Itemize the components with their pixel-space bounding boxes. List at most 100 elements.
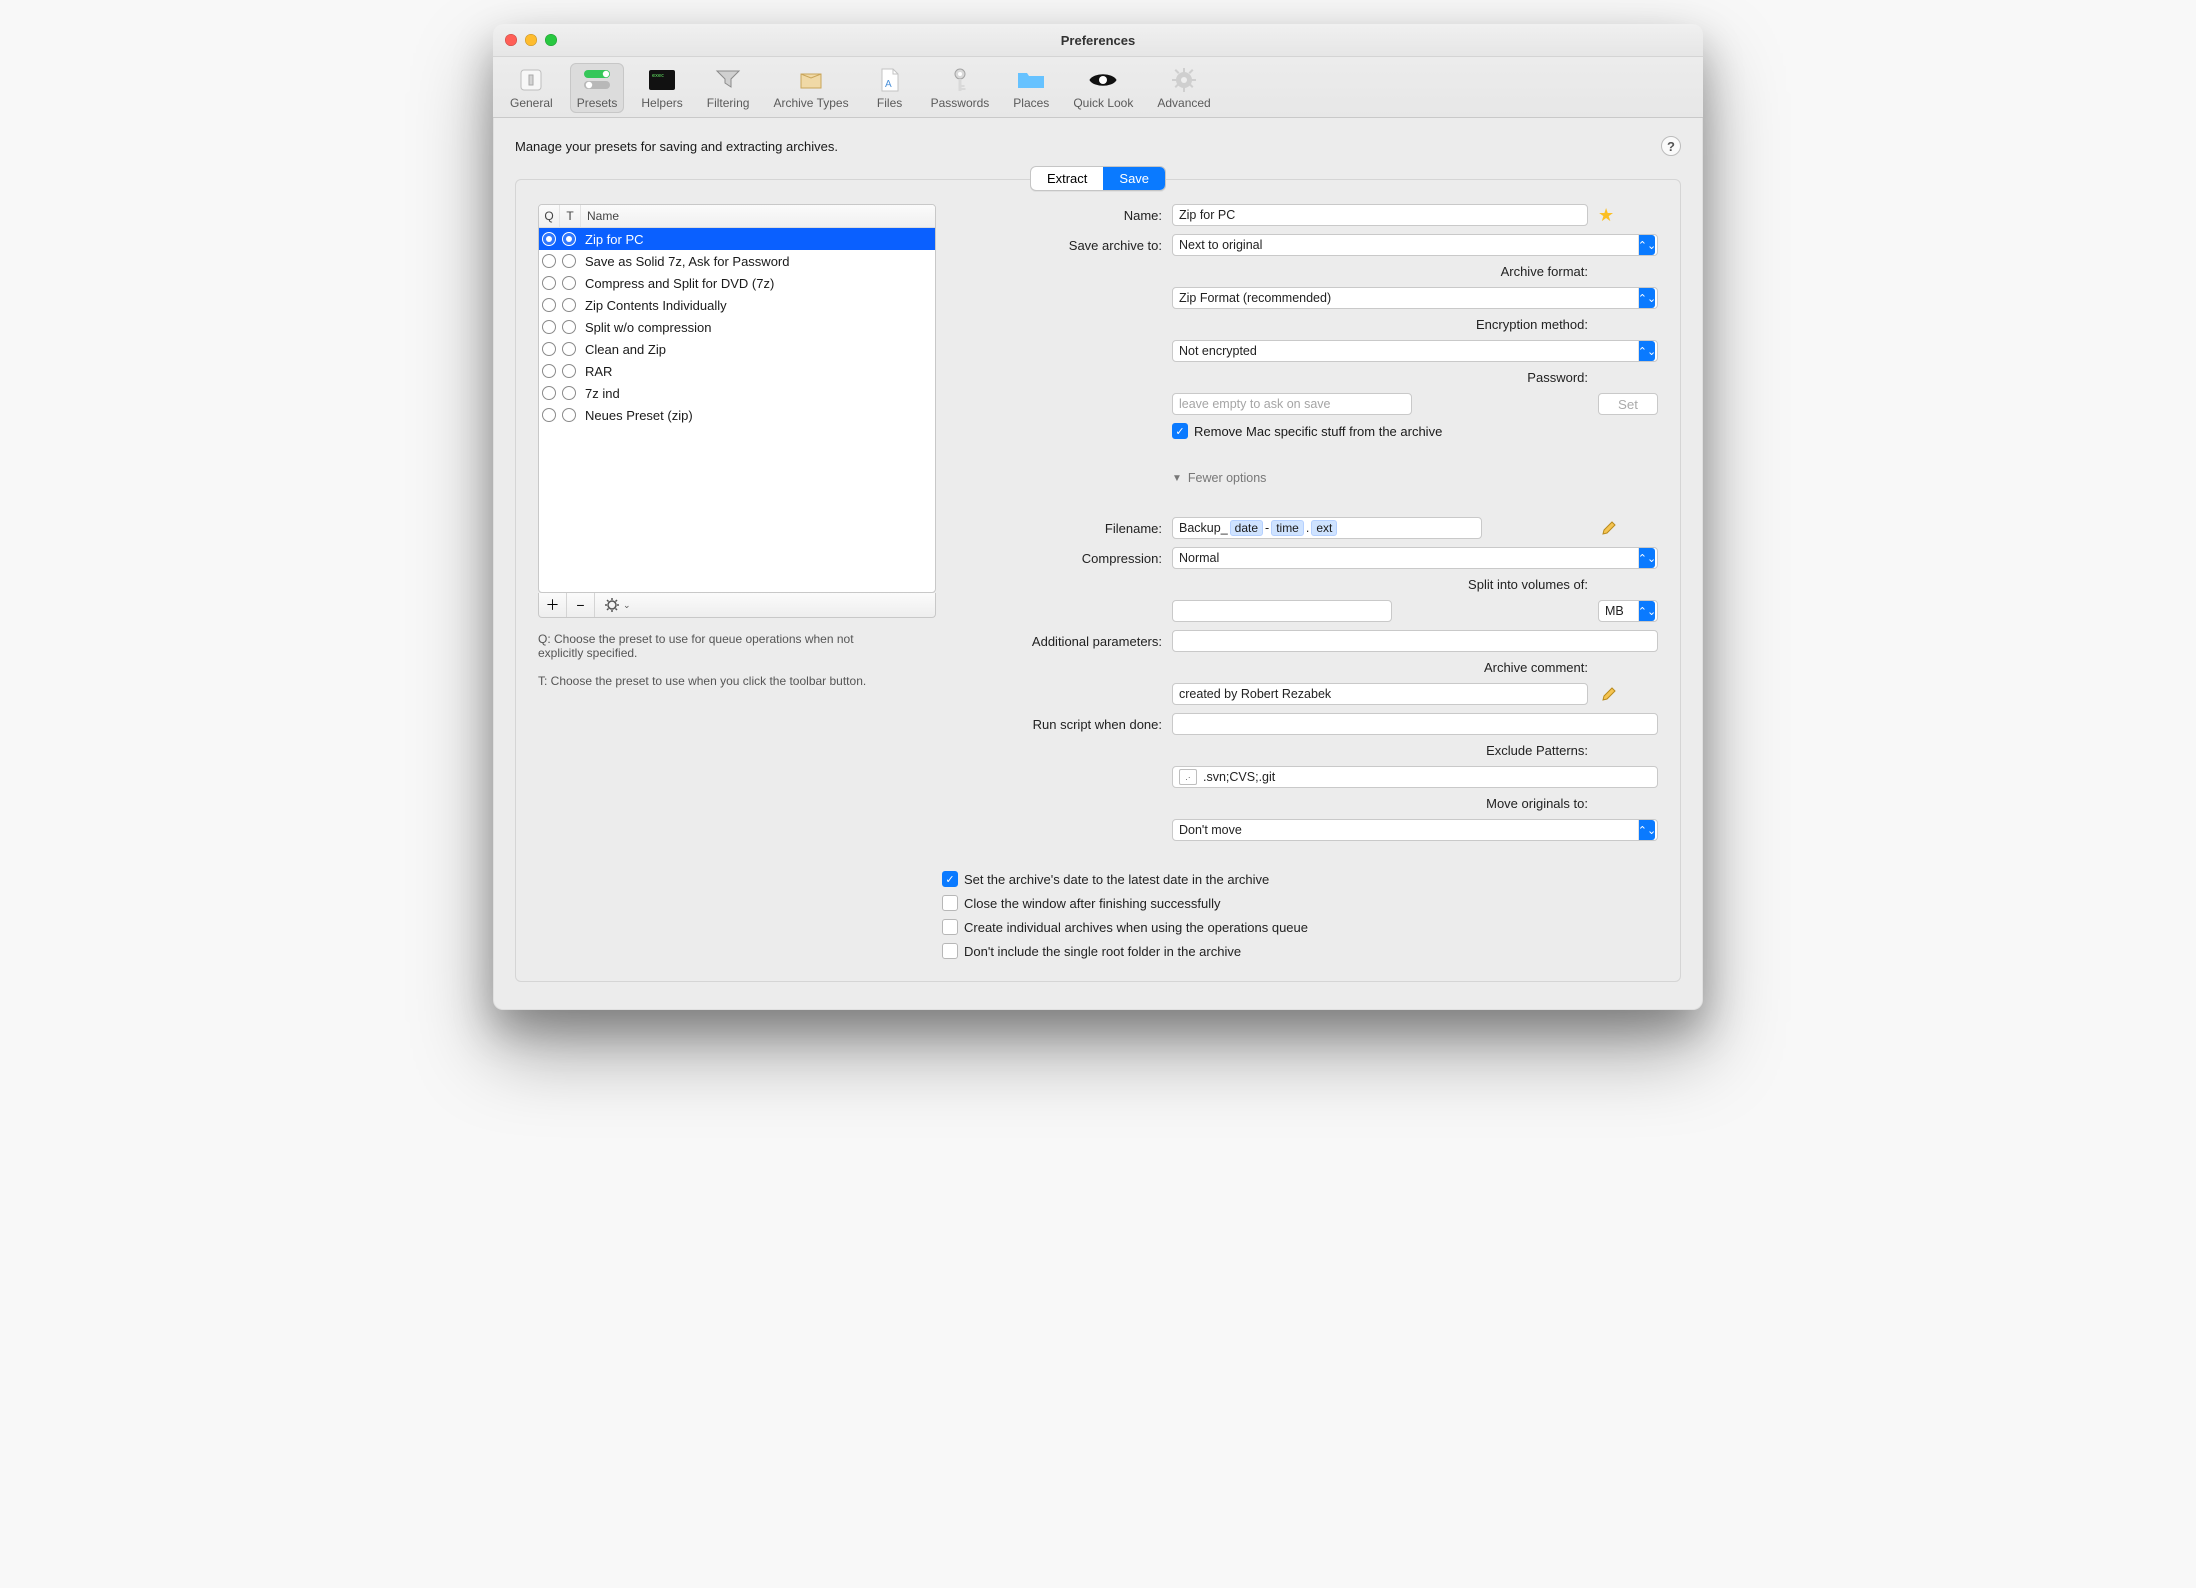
token-date: date xyxy=(1230,520,1263,536)
radio-q[interactable] xyxy=(542,364,556,378)
label-password: Password: xyxy=(1527,370,1588,385)
toolbar-general[interactable]: General xyxy=(503,63,560,113)
radio-t[interactable] xyxy=(562,320,576,334)
table-row[interactable]: Save as Solid 7z, Ask for Password xyxy=(539,250,935,272)
table-row[interactable]: Zip for PC xyxy=(539,228,935,250)
table-row[interactable]: 7z ind xyxy=(539,382,935,404)
radio-q[interactable] xyxy=(542,254,556,268)
table-row[interactable]: Neues Preset (zip) xyxy=(539,404,935,426)
help-button[interactable]: ? xyxy=(1661,136,1681,156)
col-name[interactable]: Name xyxy=(581,205,619,227)
toolbar-quick-look[interactable]: Quick Look xyxy=(1066,63,1140,113)
split-unit-select[interactable]: MB ⌃⌄ xyxy=(1598,600,1658,622)
tab-save[interactable]: Save xyxy=(1103,167,1165,190)
toolbar-archive-types[interactable]: Archive Types xyxy=(766,63,855,113)
format-select[interactable]: Zip Format (recommended) ⌃⌄ xyxy=(1172,287,1658,309)
radio-q[interactable] xyxy=(542,232,556,246)
toolbar-helpers[interactable]: exec Helpers xyxy=(634,63,689,113)
edit-comment-button[interactable] xyxy=(1598,683,1620,705)
filename-dot: . xyxy=(1306,521,1309,535)
option-checkbox[interactable]: Set the archive's date to the latest dat… xyxy=(942,871,1658,887)
radio-t[interactable] xyxy=(562,254,576,268)
label-comment: Archive comment: xyxy=(1484,660,1588,675)
remove-button[interactable]: − xyxy=(567,593,595,617)
radio-t[interactable] xyxy=(562,342,576,356)
password-field[interactable] xyxy=(1172,393,1412,415)
encryption-select[interactable]: Not encrypted ⌃⌄ xyxy=(1172,340,1658,362)
remove-mac-label: Remove Mac specific stuff from the archi… xyxy=(1194,424,1442,439)
radio-q[interactable] xyxy=(542,320,556,334)
radio-t[interactable] xyxy=(562,276,576,290)
radio-q[interactable] xyxy=(542,342,556,356)
disclosure-triangle-down-icon: ▼ xyxy=(1172,473,1182,484)
table-row[interactable]: Clean and Zip xyxy=(539,338,935,360)
set-password-button[interactable]: Set xyxy=(1598,393,1658,415)
favorite-icon[interactable]: ★ xyxy=(1598,206,1658,224)
radio-q[interactable] xyxy=(542,386,556,400)
table-row[interactable]: RAR xyxy=(539,360,935,382)
toolbar-filtering[interactable]: Filtering xyxy=(700,63,757,113)
compression-select[interactable]: Normal ⌃⌄ xyxy=(1172,547,1658,569)
col-t[interactable]: T xyxy=(560,205,581,227)
chevron-up-down-icon: ⌃⌄ xyxy=(1638,288,1655,308)
chevron-up-down-icon: ⌃⌄ xyxy=(1638,820,1655,840)
option-checkbox[interactable]: Close the window after finishing success… xyxy=(942,895,1658,911)
toolbar-places[interactable]: Places xyxy=(1006,63,1056,113)
label-filename: Filename: xyxy=(1105,521,1162,536)
additional-params-field[interactable] xyxy=(1172,630,1658,652)
radio-q[interactable] xyxy=(542,298,556,312)
exclude-patterns-value: .svn;CVS;.git xyxy=(1203,770,1275,784)
radio-t[interactable] xyxy=(562,386,576,400)
hint-q: Q: Choose the preset to use for queue op… xyxy=(538,632,898,660)
segmented-control: Extract Save xyxy=(1030,166,1166,191)
radio-q[interactable] xyxy=(542,408,556,422)
preset-name: Zip Contents Individually xyxy=(579,298,727,313)
edit-filename-button[interactable] xyxy=(1598,517,1620,539)
token-ext: ext xyxy=(1311,520,1337,536)
name-field[interactable] xyxy=(1172,204,1588,226)
run-script-field[interactable] xyxy=(1172,713,1658,735)
exclude-patterns-field[interactable]: .· .svn;CVS;.git xyxy=(1172,766,1658,788)
label-compression: Compression: xyxy=(1082,551,1162,566)
checkbox-icon xyxy=(942,943,958,959)
minimize-icon[interactable] xyxy=(525,34,537,46)
option-checkbox[interactable]: Don't include the single root folder in … xyxy=(942,943,1658,959)
table-row[interactable]: Compress and Split for DVD (7z) xyxy=(539,272,935,294)
tab-extract[interactable]: Extract xyxy=(1031,167,1103,190)
table-row[interactable]: Split w/o compression xyxy=(539,316,935,338)
label-additional: Additional parameters: xyxy=(1032,634,1162,649)
zoom-icon[interactable] xyxy=(545,34,557,46)
filename-sep: - xyxy=(1265,521,1269,535)
move-originals-select[interactable]: Don't move ⌃⌄ xyxy=(1172,819,1658,841)
radio-t[interactable] xyxy=(562,298,576,312)
filename-field[interactable]: Backup_ date - time . ext xyxy=(1172,517,1482,539)
toggles-icon xyxy=(580,67,614,93)
key-icon xyxy=(943,67,977,93)
save-to-value: Next to original xyxy=(1179,238,1262,252)
fewer-options-disclosure[interactable]: ▼ Fewer options xyxy=(1172,471,1658,485)
close-icon[interactable] xyxy=(505,34,517,46)
toolbar-presets[interactable]: Presets xyxy=(570,63,625,113)
remove-mac-checkbox[interactable]: Remove Mac specific stuff from the archi… xyxy=(1172,423,1658,439)
toolbar-files[interactable]: A Files xyxy=(866,63,914,113)
comment-field[interactable] xyxy=(1172,683,1588,705)
token-time: time xyxy=(1271,520,1304,536)
save-to-select[interactable]: Next to original ⌃⌄ xyxy=(1172,234,1658,256)
radio-t[interactable] xyxy=(562,232,576,246)
terminal-icon: exec xyxy=(645,67,679,93)
toolbar-advanced[interactable]: Advanced xyxy=(1150,63,1217,113)
actions-menu[interactable]: ⌄ xyxy=(595,593,641,617)
option-checkbox[interactable]: Create individual archives when using th… xyxy=(942,919,1658,935)
toolbar-passwords[interactable]: Passwords xyxy=(924,63,997,113)
radio-q[interactable] xyxy=(542,276,556,290)
table-body[interactable]: Zip for PCSave as Solid 7z, Ask for Pass… xyxy=(539,228,935,592)
checkbox-icon xyxy=(1172,423,1188,439)
svg-text:A: A xyxy=(885,79,892,90)
preset-name: Clean and Zip xyxy=(579,342,666,357)
radio-t[interactable] xyxy=(562,364,576,378)
radio-t[interactable] xyxy=(562,408,576,422)
add-button[interactable]: ＋ xyxy=(539,593,567,617)
table-row[interactable]: Zip Contents Individually xyxy=(539,294,935,316)
split-size-field[interactable] xyxy=(1172,600,1392,622)
col-q[interactable]: Q xyxy=(539,205,560,227)
